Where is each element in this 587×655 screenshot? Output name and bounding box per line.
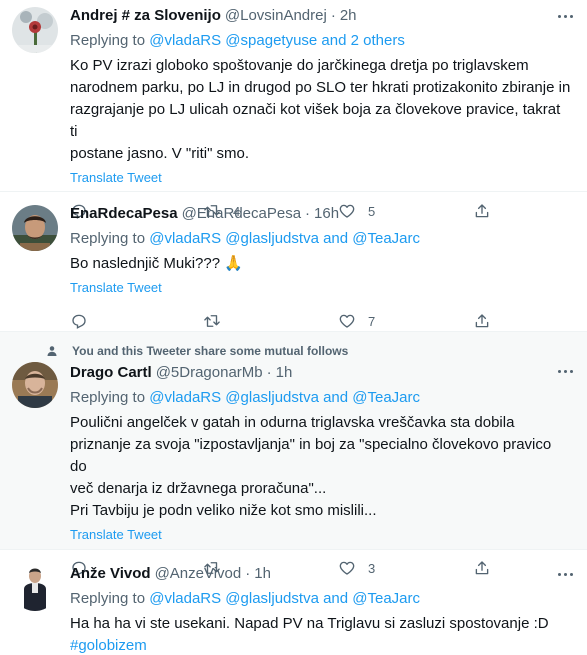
tweet-text-line: Pri Tavbiju je podn veliko niže kot smo …: [70, 502, 377, 519]
tweet-text-line: več denarja iz državnega proračuna"...: [70, 480, 327, 497]
tweet[interactable]: Anže Vivod @AnzeVivod · 1h Replying to @…: [0, 550, 587, 655]
translate-tweet-link[interactable]: Translate Tweet: [70, 169, 571, 187]
tweet-text-line: postane jasno. V "riti" smo.: [70, 145, 250, 162]
social-context-text: You and this Tweeter share some mutual f…: [72, 344, 349, 358]
share-icon: [475, 314, 489, 328]
display-name[interactable]: Drago Cartl: [70, 364, 152, 381]
user-handle[interactable]: @AnzeVivod: [155, 565, 242, 582]
reply-icon: [72, 314, 86, 329]
separator: ·: [245, 565, 251, 582]
replying-prefix: Replying to: [70, 32, 146, 49]
retweet-button[interactable]: [203, 312, 338, 330]
separator: ·: [305, 205, 311, 222]
display-name[interactable]: EnaRdecaPesa: [70, 205, 178, 222]
translate-tweet-link[interactable]: Translate Tweet: [70, 526, 571, 544]
tweet-header: Andrej # za Slovenijo @LovsinAndrej · 2h: [70, 7, 571, 27]
replying-to: Replying to @vladaRS @glasljudstva and @…: [70, 388, 571, 408]
hashtag-link[interactable]: #golobizem: [70, 635, 571, 655]
heart-icon: [339, 314, 355, 328]
tweet-text-line: priznanje za svoja "izpostavljanja" in b…: [70, 436, 552, 475]
tweet-header: Drago Cartl @5DragonarMb · 1h: [70, 364, 571, 384]
replying-to: Replying to @vladaRS @glasljudstva and @…: [70, 589, 571, 609]
separator: ·: [330, 7, 336, 24]
user-handle[interactable]: @LovsinAndrej: [225, 7, 327, 24]
avatar[interactable]: [12, 565, 58, 611]
display-name[interactable]: Anže Vivod: [70, 565, 151, 582]
avatar[interactable]: [12, 205, 58, 251]
tweet-text: Ha ha ha vi ste usekani. Napad PV na Tri…: [70, 613, 571, 655]
more-options-icon[interactable]: [558, 15, 573, 18]
tweet-text-line: razgrajanje po LJ ulicah označi kot više…: [70, 101, 561, 140]
replying-to-users[interactable]: @vladaRS @glasljudstva and @TeaJarc: [149, 230, 420, 247]
more-options-icon[interactable]: [558, 370, 573, 373]
action-bar: 7: [70, 311, 571, 331]
replying-prefix: Replying to: [70, 389, 146, 406]
tweet-header: EnaRdecaPesa @EnaRdecaPesa · 16h: [70, 205, 571, 225]
timestamp[interactable]: 1h: [254, 565, 271, 582]
tweet-text-line: Ko PV izrazi globoko spoštovanje do jarč…: [70, 57, 529, 74]
person-icon: [47, 346, 57, 356]
replying-prefix: Replying to: [70, 590, 146, 607]
replying-to-users[interactable]: @vladaRS @glasljudstva and @TeaJarc: [149, 590, 420, 607]
display-name[interactable]: Andrej # za Slovenijo: [70, 7, 221, 24]
tweet[interactable]: You and this Tweeter share some mutual f…: [0, 332, 587, 576]
reply-button[interactable]: [70, 312, 203, 330]
replying-to: Replying to @vladaRS @spagetyuse and 2 o…: [70, 31, 571, 51]
tweet[interactable]: EnaRdecaPesa @EnaRdecaPesa · 16h Replyin…: [0, 192, 587, 332]
translate-tweet-link[interactable]: Translate Tweet: [70, 279, 571, 297]
more-options-icon[interactable]: [558, 573, 573, 576]
tweet[interactable]: Andrej # za Slovenijo @LovsinAndrej · 2h…: [0, 0, 587, 219]
share-button[interactable]: [473, 312, 491, 330]
social-context: You and this Tweeter share some mutual f…: [47, 343, 571, 359]
replying-to-users[interactable]: @vladaRS @spagetyuse and 2 others: [149, 32, 405, 49]
avatar[interactable]: [12, 7, 58, 53]
avatar[interactable]: [12, 362, 58, 408]
user-handle[interactable]: @EnaRdecaPesa: [182, 205, 301, 222]
timestamp[interactable]: 2h: [340, 7, 357, 24]
tweet-text: Bo naslednjič Muki??? 🙏: [70, 253, 571, 275]
tweet-text-line: Ha ha ha vi ste usekani. Napad PV na Tri…: [70, 615, 549, 632]
replying-prefix: Replying to: [70, 230, 146, 247]
like-button[interactable]: 7: [338, 312, 473, 330]
like-count: 7: [368, 313, 376, 329]
timestamp[interactable]: 16h: [314, 205, 339, 222]
retweet-icon: [204, 315, 220, 327]
separator: ·: [266, 364, 272, 381]
user-handle[interactable]: @5DragonarMb: [156, 364, 263, 381]
tweet-text-line: Bo naslednjič Muki??? 🙏: [70, 255, 243, 272]
tweet-header: Anže Vivod @AnzeVivod · 1h: [70, 565, 571, 585]
tweet-text-line: Poulični angelček v gatah in odurna trig…: [70, 414, 515, 431]
tweet-text: Poulični angelček v gatah in odurna trig…: [70, 412, 571, 522]
replying-to: Replying to @vladaRS @glasljudstva and @…: [70, 229, 571, 249]
tweet-text: Ko PV izrazi globoko spoštovanje do jarč…: [70, 55, 571, 165]
replying-to-users[interactable]: @vladaRS @glasljudstva and @TeaJarc: [149, 389, 420, 406]
timestamp[interactable]: 1h: [276, 364, 293, 381]
tweet-text-line: narodnem parku, po LJ in drugod po SLO t…: [70, 79, 571, 96]
